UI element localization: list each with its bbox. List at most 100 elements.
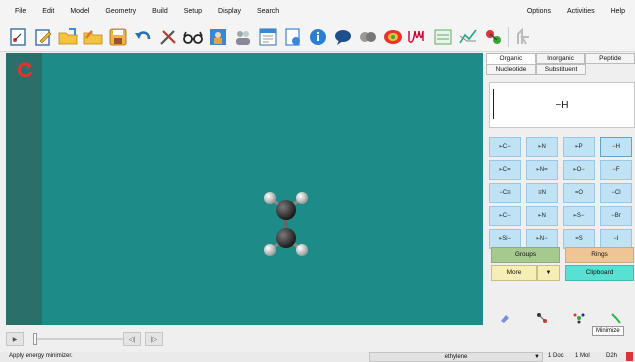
menu-geometry[interactable]: Geometry: [97, 8, 144, 15]
fragment-grid: ⫦C− ⫦N ⫦P −H ⫦C= ⫦N= ⫦O− −F −C≡ ≡N =O −C…: [489, 137, 635, 252]
minimize-icon[interactable]: [610, 312, 622, 324]
rings-button[interactable]: Rings: [565, 247, 634, 263]
fragment-cell[interactable]: ⫦C−: [489, 206, 521, 226]
surface-icon[interactable]: [382, 26, 404, 48]
edit-icon[interactable]: [32, 26, 54, 48]
users-icon[interactable]: [232, 26, 254, 48]
fragment-cell[interactable]: −I: [600, 229, 632, 249]
menu-left: File Edit Model Geometry Build Setup Dis…: [0, 8, 287, 15]
chevron-down-icon: ▼: [545, 270, 552, 276]
frame-slider-track[interactable]: [33, 338, 123, 340]
fragment-cell-selected[interactable]: −H: [600, 137, 632, 157]
ethylene-molecule[interactable]: [256, 188, 316, 260]
more-button[interactable]: More: [491, 265, 537, 281]
status-message: Apply energy minimizer.: [9, 353, 73, 359]
menu-file[interactable]: File: [7, 8, 34, 15]
menu-right: Options Activities Help: [517, 0, 631, 22]
open-folder-icon[interactable]: [57, 26, 79, 48]
view-glasses-icon[interactable]: [182, 26, 204, 48]
molecule-canvas[interactable]: [42, 53, 483, 325]
save-icon[interactable]: [107, 26, 129, 48]
minimize-tooltip: Minimize: [592, 326, 624, 336]
fragment-cell[interactable]: ⫦N=: [526, 160, 558, 180]
left-strip: [6, 53, 42, 325]
fragment-cell[interactable]: ⫦N: [526, 137, 558, 157]
chart-icon[interactable]: [432, 26, 454, 48]
menu-build[interactable]: Build: [144, 8, 176, 15]
fragment-cell[interactable]: −Cl: [600, 183, 632, 203]
playback-bar: ▶ ◁| |▷: [6, 327, 483, 351]
menu-help[interactable]: Help: [601, 8, 631, 15]
text-cursor: [493, 89, 494, 119]
add-atom-icon[interactable]: [573, 312, 585, 324]
molecule-icon[interactable]: [482, 26, 504, 48]
new-document-icon[interactable]: [7, 26, 29, 48]
fragment-tabs: Organic Inorganic Peptide: [486, 53, 635, 64]
menu-edit[interactable]: Edit: [34, 8, 62, 15]
menu-search[interactable]: Search: [249, 8, 287, 15]
fragment-cell[interactable]: ⫦C=: [489, 160, 521, 180]
fragment-panel: Organic Inorganic Peptide Nucleotide Sub…: [486, 53, 635, 325]
delete-bond-icon[interactable]: [536, 312, 548, 324]
open-recent-icon[interactable]: [82, 26, 104, 48]
tab-inorganic[interactable]: Inorganic: [535, 53, 586, 64]
molecules-icon[interactable]: [357, 26, 379, 48]
step-forward-icon: |▷: [150, 336, 158, 343]
groups-button[interactable]: Groups: [491, 247, 560, 263]
fragment-cell[interactable]: =S: [563, 229, 595, 249]
undo-icon[interactable]: [132, 26, 154, 48]
fragment-row: ⫦C= ⫦N= ⫦O− −F: [489, 160, 635, 180]
tab-organic[interactable]: Organic: [486, 53, 536, 64]
fragment-cell[interactable]: −Br: [600, 206, 632, 226]
tools-icon[interactable]: [157, 26, 179, 48]
erase-icon[interactable]: [499, 312, 511, 324]
calculator-icon[interactable]: [257, 26, 279, 48]
fragment-cell[interactable]: =O: [563, 183, 595, 203]
play-button[interactable]: ▶: [6, 332, 24, 346]
spectrum-icon[interactable]: [407, 26, 429, 48]
step-forward-button[interactable]: |▷: [145, 332, 163, 346]
fragment-row: ⫦C− ⫦N ⫦S− −Br: [489, 206, 635, 226]
main-toolbar: [0, 22, 635, 52]
molecule-select-value: ethylene: [444, 354, 468, 360]
menu-setup[interactable]: Setup: [176, 8, 210, 15]
more-dropdown-button[interactable]: ▼: [537, 265, 560, 281]
fragment-row: −C≡ ≡N =O −Cl: [489, 183, 635, 203]
plot-icon[interactable]: [457, 26, 479, 48]
document-icon[interactable]: [282, 26, 304, 48]
clipboard-button[interactable]: Clipboard: [565, 265, 634, 281]
play-icon: ▶: [12, 336, 18, 343]
menu-model[interactable]: Model: [62, 8, 97, 15]
fragment-cell[interactable]: ≡N: [526, 183, 558, 203]
menu-display[interactable]: Display: [210, 8, 249, 15]
tab-peptide[interactable]: Peptide: [585, 53, 635, 64]
menu-activities[interactable]: Activities: [557, 8, 601, 15]
lock-icon[interactable]: [513, 26, 535, 48]
fragment-cell[interactable]: ⫦S−: [563, 206, 595, 226]
fragment-preview-label: −H: [555, 99, 569, 111]
fragment-cell[interactable]: ⫦Si−: [489, 229, 521, 249]
menu-options[interactable]: Options: [517, 8, 557, 15]
tab-substituent[interactable]: Substituent: [536, 64, 586, 75]
mol-count: 1 Mol: [575, 353, 590, 359]
doc-count: 1 Doc: [548, 353, 564, 359]
panel-tools: [486, 310, 635, 325]
info-icon[interactable]: [307, 26, 329, 48]
fragment-cell[interactable]: −C≡: [489, 183, 521, 203]
status-bar: Apply energy minimizer. ethylene ▼ 1 Doc…: [0, 352, 635, 362]
reset-icon[interactable]: [16, 61, 34, 79]
frame-slider-handle[interactable]: [33, 333, 37, 345]
fragment-cell[interactable]: ⫦P: [563, 137, 595, 157]
step-back-button[interactable]: ◁|: [123, 332, 141, 346]
fragment-cell[interactable]: −F: [600, 160, 632, 180]
builder-icon[interactable]: [207, 26, 229, 48]
fragment-cell[interactable]: ⫦O−: [563, 160, 595, 180]
step-back-icon: ◁|: [128, 336, 136, 343]
bubble-icon[interactable]: [332, 26, 354, 48]
fragment-cell[interactable]: ⫦C−: [489, 137, 521, 157]
molecule-select[interactable]: ethylene ▼: [369, 352, 543, 362]
fragment-cell[interactable]: ⫦N: [526, 206, 558, 226]
symmetry-label: D2h: [606, 353, 618, 359]
tab-nucleotide[interactable]: Nucleotide: [486, 64, 536, 75]
fragment-cell[interactable]: ⫦N−: [526, 229, 558, 249]
